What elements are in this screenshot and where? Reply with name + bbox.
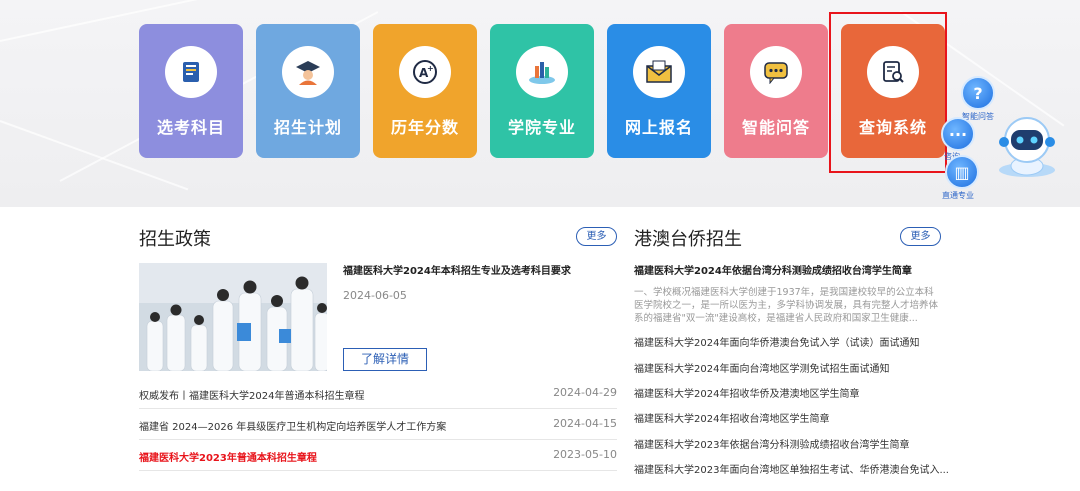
hkmt-summary: 一、学校概况福建医科大学创建于1937年，是我国建校较早的公立本科医学院校之一，… [634, 287, 939, 324]
news-title[interactable]: 福建省 2024—2026 年县级医疗卫生机构定向培养医学人才工作方案 [139, 418, 446, 433]
nav-tile-envelope[interactable]: 网上报名 [607, 24, 711, 158]
direct-major-label: 直通专业 [942, 191, 974, 200]
assistant-robot-icon[interactable] [996, 112, 1058, 178]
nav-tile-label: 选考科目 [156, 118, 225, 137]
graduate-icon [282, 46, 334, 98]
nav-tile-label: 招生计划 [273, 118, 342, 137]
nav-tile-campus[interactable]: 学院专业 [490, 24, 594, 158]
nav-tile-label: 智能问答 [741, 118, 810, 137]
campus-icon [516, 46, 568, 98]
nav-tile-chat[interactable]: 智能问答 [724, 24, 828, 158]
news-date: 2023-05-10 [553, 448, 617, 461]
smart-qa-button[interactable]: ? [961, 76, 995, 110]
envelope-icon [633, 46, 685, 98]
hkmt-news-item[interactable]: 福建医科大学2024年招收华侨及港澳地区学生简章 [634, 385, 859, 400]
hkmt-news-item[interactable]: 福建医科大学2024年招收台湾地区学生简章 [634, 410, 829, 425]
news-date: 2024-04-15 [553, 417, 617, 430]
policy-featured-title[interactable]: 福建医科大学2024年本科招生专业及选考科目要求 [343, 262, 571, 277]
svg-text:+: + [427, 64, 434, 73]
chat-icon [750, 46, 802, 98]
policy-news-row[interactable]: 福建省 2024—2026 年县级医疗卫生机构定向培养医学人才工作方案 2024-… [139, 409, 617, 440]
students-illustration [139, 263, 327, 371]
highlight-box [829, 12, 947, 173]
quick-nav-tiles: 选考科目 招生计划 A + 历年分数 学院专业 网上报名 智能问答 查询系统 [139, 24, 945, 158]
news-date: 2024-04-29 [553, 386, 617, 399]
grade-a-plus-icon: A + [399, 46, 451, 98]
policy-section-title: 招生政策 [139, 229, 211, 250]
hkmt-featured-title[interactable]: 福建医科大学2024年依据台湾分科测验成绩招收台湾学生简章 [634, 262, 912, 277]
news-title[interactable]: 权威发布丨福建医科大学2024年普通本科招生章程 [139, 387, 364, 402]
hero-banner: 选考科目 招生计划 A + 历年分数 学院专业 网上报名 智能问答 查询系统 ? 智能问答 ··… [0, 0, 1080, 207]
nav-tile-grade-a-plus[interactable]: A + 历年分数 [373, 24, 477, 158]
hkmt-news-item[interactable]: 福建医科大学2024年面向台湾地区学测免试招生面试通知 [634, 360, 889, 375]
hkmt-news-item[interactable]: 福建医科大学2023年依据台湾分科测验成绩招收台湾学生简章 [634, 436, 909, 451]
news-title[interactable]: 福建医科大学2023年普通本科招生章程 [139, 449, 317, 464]
policy-news-row[interactable]: 权威发布丨福建医科大学2024年普通本科招生章程 2024-04-29 [139, 378, 617, 409]
consult-button[interactable]: ··· [941, 117, 975, 151]
hkmt-section-title: 港澳台侨招生 [634, 229, 742, 250]
book-open-icon: ▥ [954, 162, 970, 182]
ellipsis-chat-icon: ··· [948, 124, 968, 144]
hkmt-news-item[interactable]: 福建医科大学2024年面向华侨港澳台免试入学（试读）面试通知 [634, 334, 919, 349]
question-icon: ? [973, 83, 983, 103]
nav-tile-book[interactable]: 选考科目 [139, 24, 243, 158]
learn-more-button[interactable]: 了解详情 [343, 348, 427, 371]
nav-tile-graduate[interactable]: 招生计划 [256, 24, 360, 158]
nav-tile-label: 学院专业 [507, 118, 576, 137]
hkmt-more-button[interactable]: 更多 [900, 227, 941, 246]
book-icon [165, 46, 217, 98]
nav-tile-label: 历年分数 [390, 118, 459, 137]
policy-more-button[interactable]: 更多 [576, 227, 617, 246]
hkmt-news-item[interactable]: 福建医科大学2023年面向台湾地区单独招生考试、华侨港澳台免试入... [634, 461, 949, 476]
students-photo[interactable] [139, 263, 327, 371]
policy-featured-date: 2024-06-05 [343, 289, 407, 302]
direct-major-button[interactable]: ▥ [945, 155, 979, 189]
nav-tile-label: 网上报名 [624, 118, 693, 137]
policy-news-row[interactable]: 福建医科大学2023年普通本科招生章程 2023-05-10 [139, 440, 617, 471]
